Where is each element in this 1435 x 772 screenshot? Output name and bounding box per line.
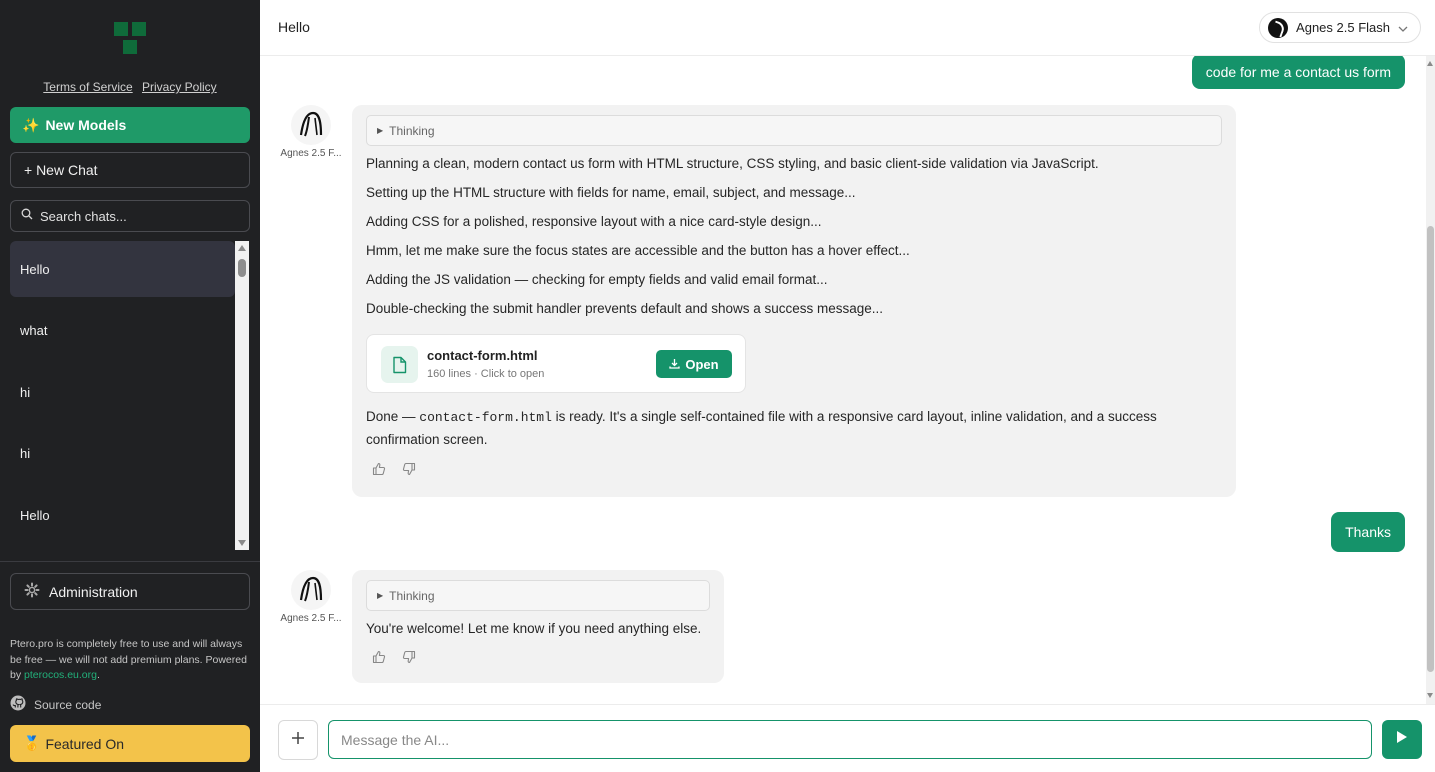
sidebar-divider: [0, 561, 260, 562]
chat-history-list: Hello what hi hi Hello: [10, 241, 235, 550]
chat-item-title: hi: [20, 384, 31, 400]
scroll-down-arrow-icon[interactable]: [238, 540, 246, 546]
user-message: Thanks: [1331, 512, 1405, 552]
conversation-area: code for me a contact us form Agnes 2.5 …: [260, 56, 1435, 704]
scroll-down-arrow-icon[interactable]: [1427, 693, 1433, 698]
app-logo[interactable]: [114, 22, 148, 56]
new-chat-button[interactable]: + New Chat: [10, 152, 250, 188]
download-icon: [669, 357, 681, 372]
new-models-button[interactable]: ✨ New Models: [10, 107, 250, 143]
legal-links: Terms of Service Privacy Policy: [0, 80, 260, 94]
chat-list-scrollbar[interactable]: [235, 241, 249, 550]
message-input[interactable]: [328, 720, 1372, 759]
assistant-text-line: Planning a clean, modern contact us form…: [366, 156, 1099, 171]
message-composer: [260, 704, 1435, 772]
new-models-label: New Models: [45, 117, 127, 133]
file-name: contact-form.html: [427, 348, 538, 363]
chat-item[interactable]: what: [10, 303, 235, 359]
assistant-avatar-block: Agnes 2.5 F...: [280, 570, 342, 624]
message-reactions: [366, 639, 710, 674]
thinking-toggle[interactable]: ▶ Thinking: [366, 115, 1222, 146]
thumbs-down-icon[interactable]: [402, 462, 416, 476]
privacy-policy-link[interactable]: Privacy Policy: [142, 80, 217, 94]
github-icon: [10, 695, 26, 714]
featured-on-button[interactable]: 🥇 Featured On: [10, 725, 250, 762]
scrollbar-thumb[interactable]: [238, 259, 246, 277]
chat-item[interactable]: Hello: [10, 241, 235, 297]
chat-item-title: hi: [20, 446, 31, 461]
chat-item-title: Hello: [20, 507, 50, 523]
file-icon: [381, 346, 418, 383]
assistant-text-line: Adding CSS for a polished, responsive la…: [366, 214, 822, 229]
caret-right-icon: ▶: [377, 126, 384, 135]
thumbs-down-icon[interactable]: [402, 650, 416, 664]
chat-item-title: what: [20, 323, 48, 338]
model-logo-icon: [1268, 17, 1289, 38]
chat-item[interactable]: Hello: [10, 487, 235, 543]
send-button[interactable]: [1382, 720, 1422, 759]
file-attachment-card[interactable]: contact-form.html 160 lines · Click to o…: [366, 334, 746, 393]
sidebar: Terms of Service Privacy Policy ✨ New Mo…: [0, 0, 260, 772]
assistant-message: ▶ Thinking Planning a clean, modern cont…: [352, 105, 1236, 497]
chat-header: Hello Agnes 2.5 Flash: [260, 0, 1435, 56]
sparkles-icon: ✨: [22, 116, 40, 133]
source-code-link[interactable]: Source code: [10, 695, 101, 714]
file-name-code: contact-form.html: [419, 410, 552, 425]
scroll-up-arrow-icon[interactable]: [1427, 61, 1433, 66]
conversation-scrollbar[interactable]: [1426, 56, 1435, 704]
file-meta: 160 lines · Click to open: [427, 368, 545, 380]
new-chat-label: + New Chat: [24, 162, 98, 178]
thinking-label: Thinking: [389, 588, 435, 603]
featured-on-label: Featured On: [45, 735, 125, 752]
assistant-text-line: Adding the JS validation — checking for …: [366, 272, 828, 287]
user-message: code for me a contact us form: [1191, 56, 1405, 89]
search-chats-box: [10, 200, 250, 232]
administration-label: Administration: [49, 583, 138, 600]
user-message-text: Thanks: [1345, 524, 1391, 540]
scrollbar-thumb[interactable]: [1427, 226, 1434, 672]
avatar: [291, 105, 331, 145]
assistant-message: ▶ Thinking You're welcome! Let me know i…: [352, 570, 724, 683]
assistant-text-line: You're welcome! Let me know if you need …: [366, 621, 702, 636]
footer-note: Ptero.pro is completely free to use and …: [10, 637, 254, 684]
terms-of-service-link[interactable]: Terms of Service: [43, 80, 132, 94]
assistant-summary: Done — contact-form.html is ready. It's …: [366, 406, 1222, 451]
send-icon: [1396, 730, 1408, 749]
thumbs-up-icon[interactable]: [372, 462, 386, 476]
plus-icon: [291, 731, 305, 750]
search-icon: [21, 207, 33, 225]
footer-note-end: .: [96, 669, 100, 681]
thinking-label: Thinking: [389, 123, 435, 138]
administration-button[interactable]: Administration: [10, 573, 250, 610]
open-file-button[interactable]: Open: [656, 350, 732, 378]
gear-icon: [24, 582, 40, 601]
assistant-text-line: Hmm, let me make sure the focus states a…: [366, 243, 910, 258]
thinking-toggle[interactable]: ▶ Thinking: [366, 580, 710, 611]
chat-item[interactable]: hi: [10, 364, 235, 420]
model-name: Agnes 2.5 Flash: [1296, 20, 1390, 35]
assistant-name: Agnes 2.5 F...: [280, 148, 342, 159]
attach-button[interactable]: [278, 720, 318, 760]
medal-icon: 🥇: [23, 735, 41, 751]
pterocos-link[interactable]: pterocos.eu.org: [24, 669, 97, 681]
page-title: Hello: [278, 19, 310, 35]
open-label: Open: [685, 356, 719, 372]
assistant-avatar-block: Agnes 2.5 F...: [280, 105, 342, 159]
caret-right-icon: ▶: [377, 591, 384, 600]
assistant-text-line: Double-checking the submit handler preve…: [366, 301, 884, 316]
chevron-down-icon: [1398, 20, 1408, 35]
assistant-name: Agnes 2.5 F...: [280, 613, 342, 624]
summary-prefix: Done —: [366, 409, 420, 424]
model-selector[interactable]: Agnes 2.5 Flash: [1259, 12, 1421, 43]
avatar: [291, 570, 331, 610]
chat-item-title: Hello: [20, 261, 50, 277]
source-code-label: Source code: [34, 697, 102, 712]
thumbs-up-icon[interactable]: [372, 650, 386, 664]
scroll-up-arrow-icon[interactable]: [238, 245, 246, 251]
assistant-text-line: Setting up the HTML structure with field…: [366, 185, 856, 200]
chat-item[interactable]: hi: [10, 426, 235, 482]
message-reactions: [366, 451, 1222, 486]
search-chats-input[interactable]: [40, 208, 230, 224]
user-message-text: code for me a contact us form: [1205, 63, 1391, 80]
